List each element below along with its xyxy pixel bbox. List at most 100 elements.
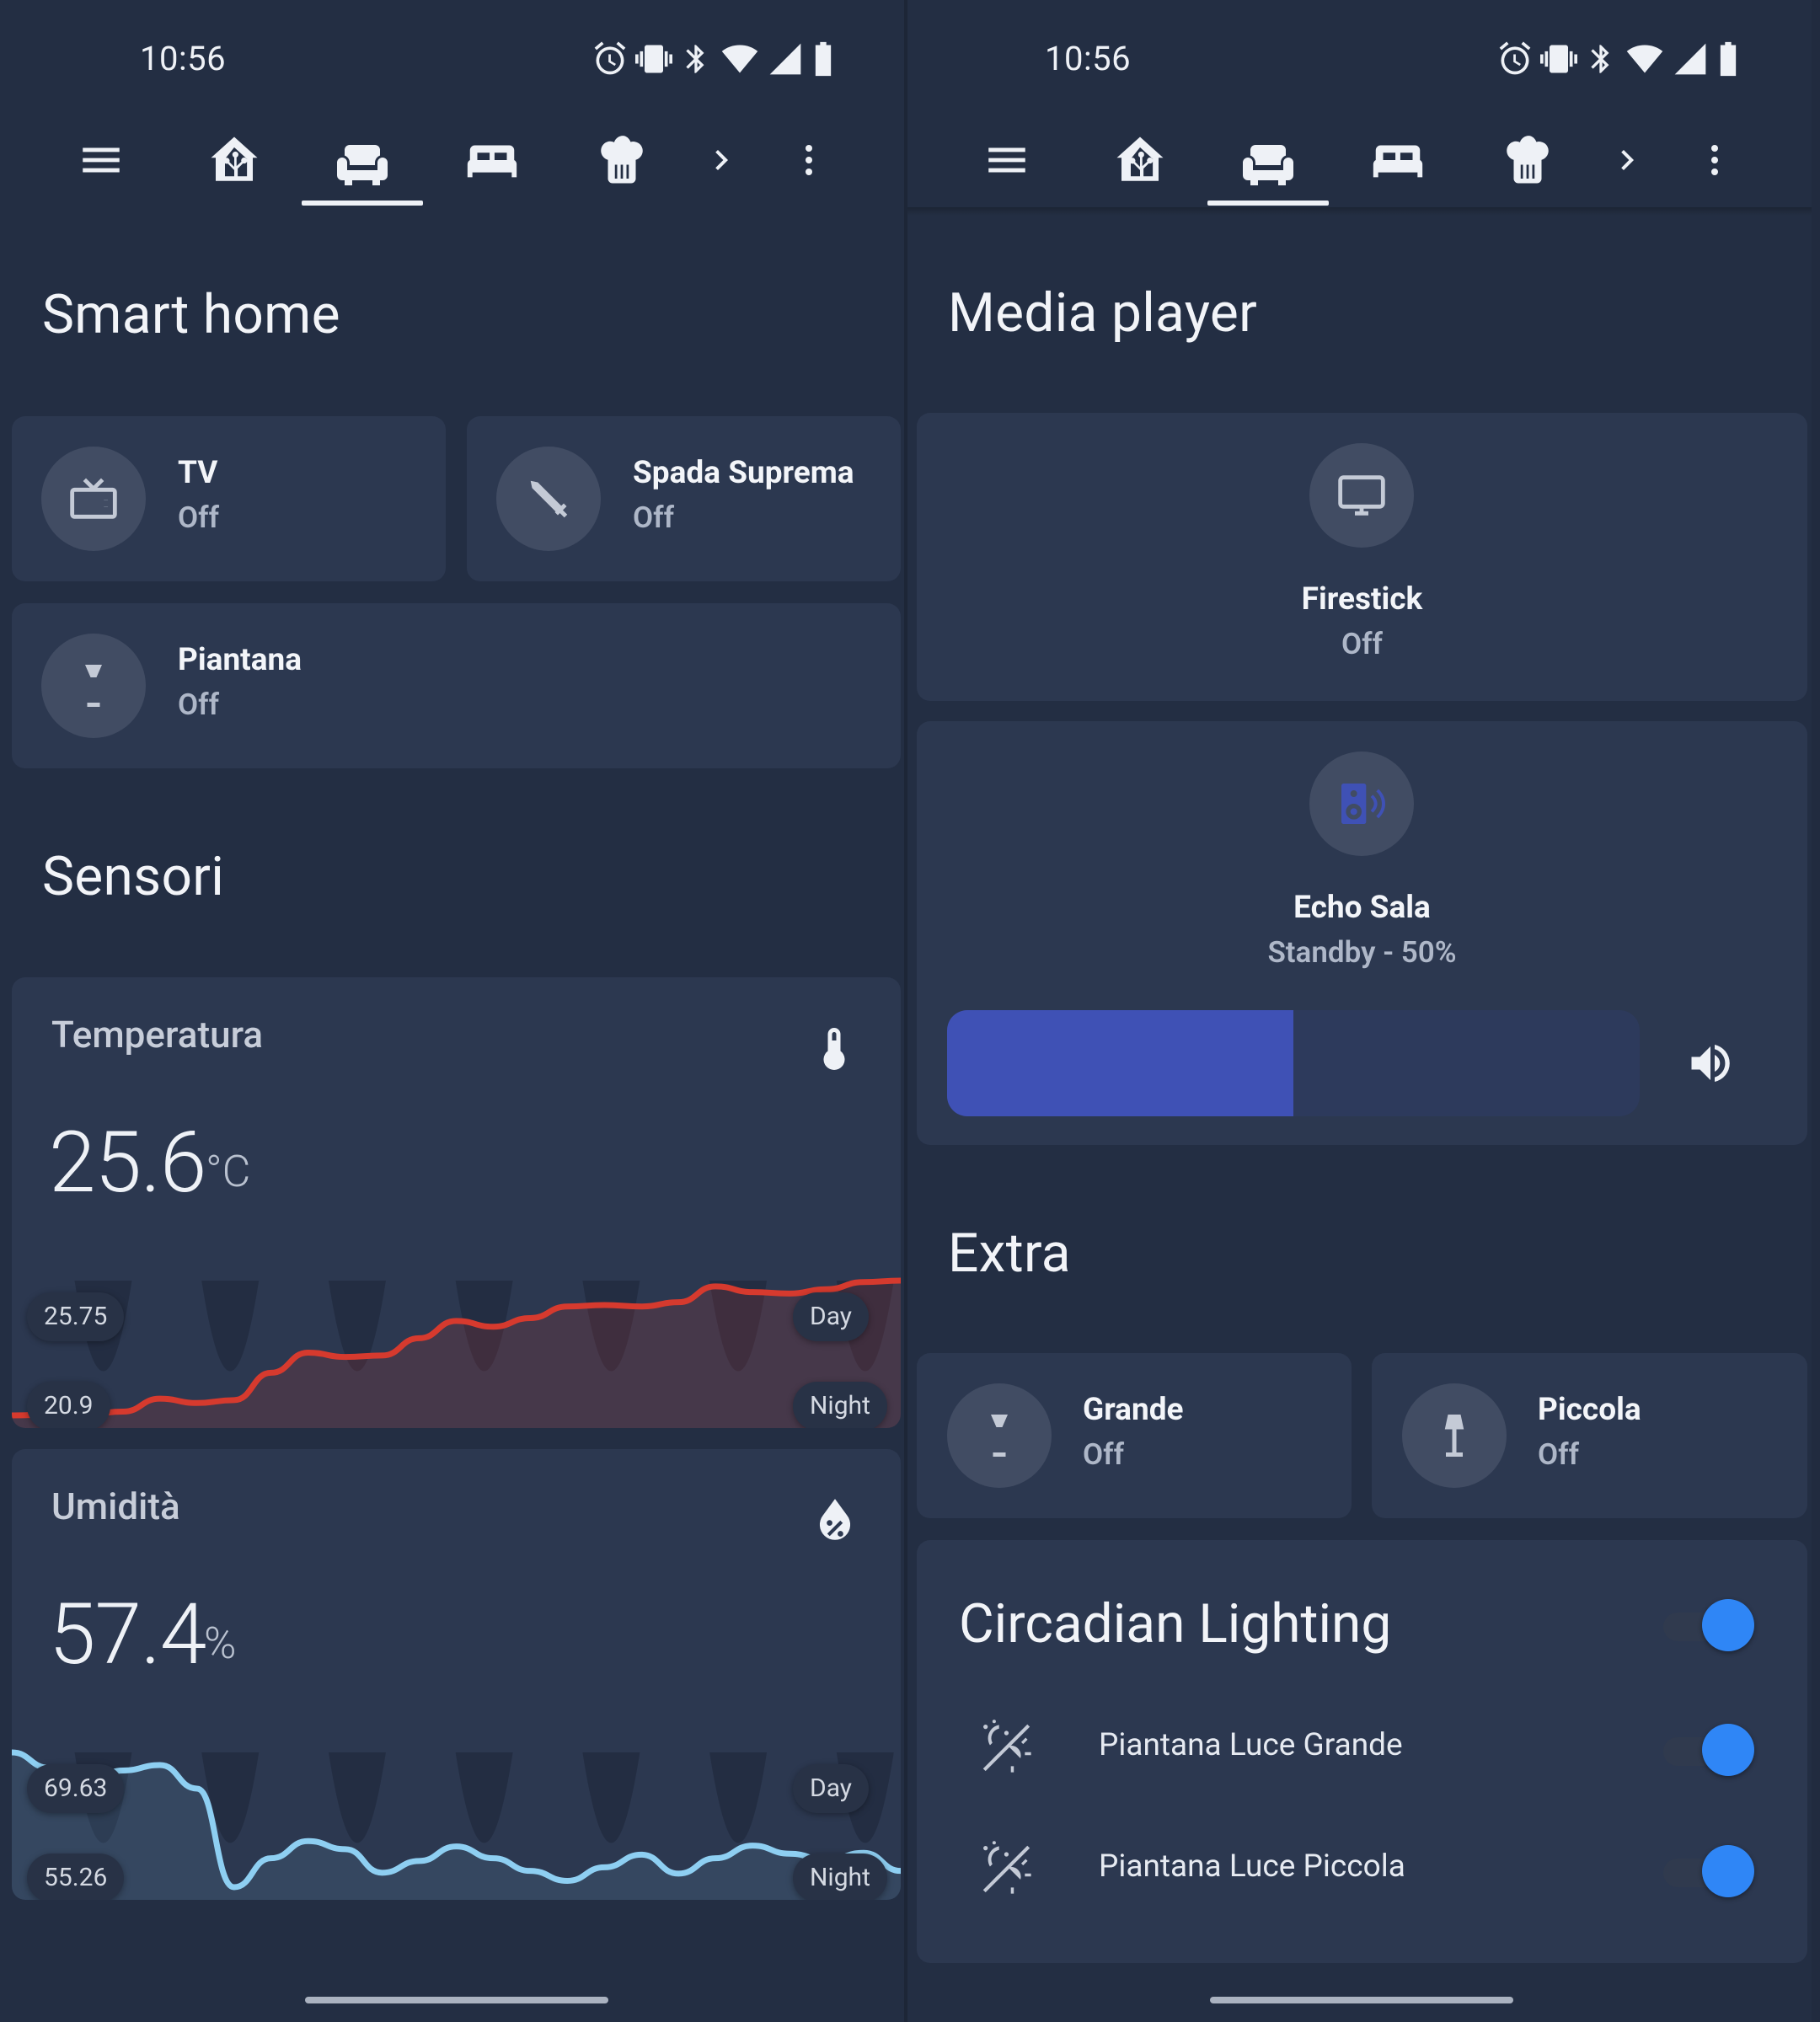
piantana-tile[interactable]: Piantana Off: [12, 603, 901, 768]
more-vertical-icon: [1711, 145, 1718, 175]
home-indicator[interactable]: [305, 1997, 608, 2003]
chef-hat-icon: [601, 136, 643, 184]
lamp-icon-circle: [1402, 1383, 1507, 1488]
sensor-unit: °C: [206, 1146, 251, 1197]
humidity-sensor-card[interactable]: Umidità 57.4 % 69.63 55.26 Day Night: [12, 1449, 901, 1900]
chef-hat-icon: [1507, 136, 1549, 184]
tv-tile[interactable]: TV Off: [12, 416, 446, 581]
sensori-title: Sensori: [42, 845, 225, 908]
bed-icon: [1373, 145, 1423, 178]
more-vertical-icon: [806, 145, 812, 175]
tab-bedroom[interactable]: [1364, 126, 1432, 194]
vibrate-icon: [635, 45, 672, 73]
volume-slider-fill: [947, 1010, 1293, 1116]
tab-living-room[interactable]: [329, 126, 396, 194]
smart-home-title: Smart home: [42, 283, 340, 346]
echo-sala-card[interactable]: Echo Sala Standby - 50%: [917, 721, 1807, 1145]
min-label: 55.26: [27, 1854, 125, 1900]
switch-knob: [1702, 1724, 1754, 1776]
sword-icon-circle: [496, 447, 601, 551]
tile-state: Off: [1538, 1437, 1580, 1472]
home-assistant-icon: [211, 136, 258, 181]
media-name: Firestick: [1301, 581, 1423, 618]
status-icons: [1496, 40, 1741, 78]
volume-button[interactable]: [1677, 1030, 1744, 1097]
sensor-unit: %: [204, 1618, 237, 1669]
battery-icon: [1720, 41, 1737, 77]
thermometer-icon: [823, 1028, 845, 1070]
piantana-luce-grande-switch[interactable]: [1663, 1724, 1754, 1776]
sensor-name: Umidità: [51, 1484, 180, 1528]
sensor-value: 25.6: [49, 1114, 206, 1212]
tile-state: Off: [1083, 1437, 1125, 1472]
sensor-name: Temperatura: [51, 1013, 264, 1056]
temperature-history-graph: [12, 1277, 901, 1428]
sun-moon-stars-icon: [982, 1841, 1031, 1894]
spada-suprema-tile[interactable]: Spada Suprema Off: [467, 416, 901, 581]
media-state: Off: [1341, 627, 1383, 661]
night-label: Night: [793, 1382, 887, 1428]
active-tab-indicator: [302, 201, 423, 206]
more-options-button[interactable]: [789, 126, 829, 194]
home-indicator[interactable]: [1210, 1997, 1513, 2003]
max-label: 69.63: [27, 1764, 125, 1813]
left-screen: 10:56 Smart home TV Off Spada Suprema Of…: [0, 0, 906, 2022]
screen-divider: [904, 0, 907, 2022]
sun-moon-stars-icon: [982, 1720, 1031, 1773]
tile-name: Piantana: [178, 642, 302, 678]
lamp-icon: [1444, 1415, 1464, 1457]
piantana-luce-piccola-switch[interactable]: [1663, 1845, 1754, 1897]
menu-button[interactable]: [71, 126, 131, 194]
speaker-wireless-icon: [1341, 784, 1385, 824]
tab-kitchen[interactable]: [588, 126, 656, 194]
alarm-icon: [1499, 41, 1531, 75]
tab-bedroom[interactable]: [458, 126, 526, 194]
top-toolbar: [906, 110, 1812, 211]
tab-home[interactable]: [201, 126, 268, 194]
right-screen: 10:56 Media player Firestick Off Echo Sa…: [906, 0, 1812, 2022]
toolbar-shadow: [906, 207, 1812, 216]
sofa-icon: [337, 145, 388, 185]
status-icons: [592, 40, 836, 78]
sensor-value: 57.4: [49, 1586, 206, 1684]
circadian-master-switch[interactable]: [1663, 1599, 1754, 1651]
media-player-title: Media player: [948, 281, 1258, 345]
media-state: Standby - 50%: [1267, 935, 1457, 970]
floor-lamp-icon-circle: [947, 1383, 1052, 1488]
row-icon-wrap: [976, 1717, 1038, 1779]
switch-knob: [1702, 1845, 1754, 1897]
extra-title: Extra: [948, 1222, 1071, 1285]
monitor-icon: [1338, 475, 1385, 516]
volume-slider[interactable]: [947, 1010, 1640, 1116]
scroll-tabs-right-button[interactable]: [701, 126, 741, 194]
grande-tile[interactable]: Grande Off: [917, 1353, 1352, 1518]
tv-icon-circle: [41, 447, 146, 551]
sofa-icon: [1243, 145, 1293, 185]
status-time: 10:56: [1045, 39, 1132, 78]
speaker-icon-circle[interactable]: [1309, 752, 1414, 856]
scroll-tabs-right-button[interactable]: [1607, 126, 1647, 194]
tab-home[interactable]: [1106, 126, 1174, 194]
temperature-sensor-card[interactable]: Temperatura 25.6 °C 25.75 20.9 Day Night: [12, 977, 901, 1428]
firestick-card[interactable]: Firestick Off: [917, 413, 1807, 701]
water-percent-icon: [819, 1499, 851, 1540]
floor-lamp-icon-circle: [41, 634, 146, 738]
monitor-icon-circle[interactable]: [1309, 443, 1414, 548]
min-label: 20.9: [27, 1382, 110, 1428]
tab-living-room[interactable]: [1234, 126, 1302, 194]
more-options-button[interactable]: [1694, 126, 1735, 194]
circadian-row-label: Piantana Luce Piccola: [1099, 1848, 1405, 1885]
signal-icon: [769, 43, 801, 75]
humidity-history-graph: [12, 1749, 901, 1900]
media-name: Echo Sala: [1293, 890, 1431, 926]
tab-kitchen[interactable]: [1494, 126, 1561, 194]
active-tab-indicator: [1207, 201, 1329, 206]
bluetooth-icon: [1591, 45, 1609, 73]
volume-high-icon: [1691, 1045, 1730, 1082]
alarm-icon: [594, 41, 626, 75]
menu-button[interactable]: [977, 126, 1037, 194]
tile-name: Spada Suprema: [633, 455, 854, 491]
signal-icon: [1674, 43, 1706, 75]
piccola-tile[interactable]: Piccola Off: [1372, 1353, 1807, 1518]
tile-state: Off: [178, 500, 220, 535]
